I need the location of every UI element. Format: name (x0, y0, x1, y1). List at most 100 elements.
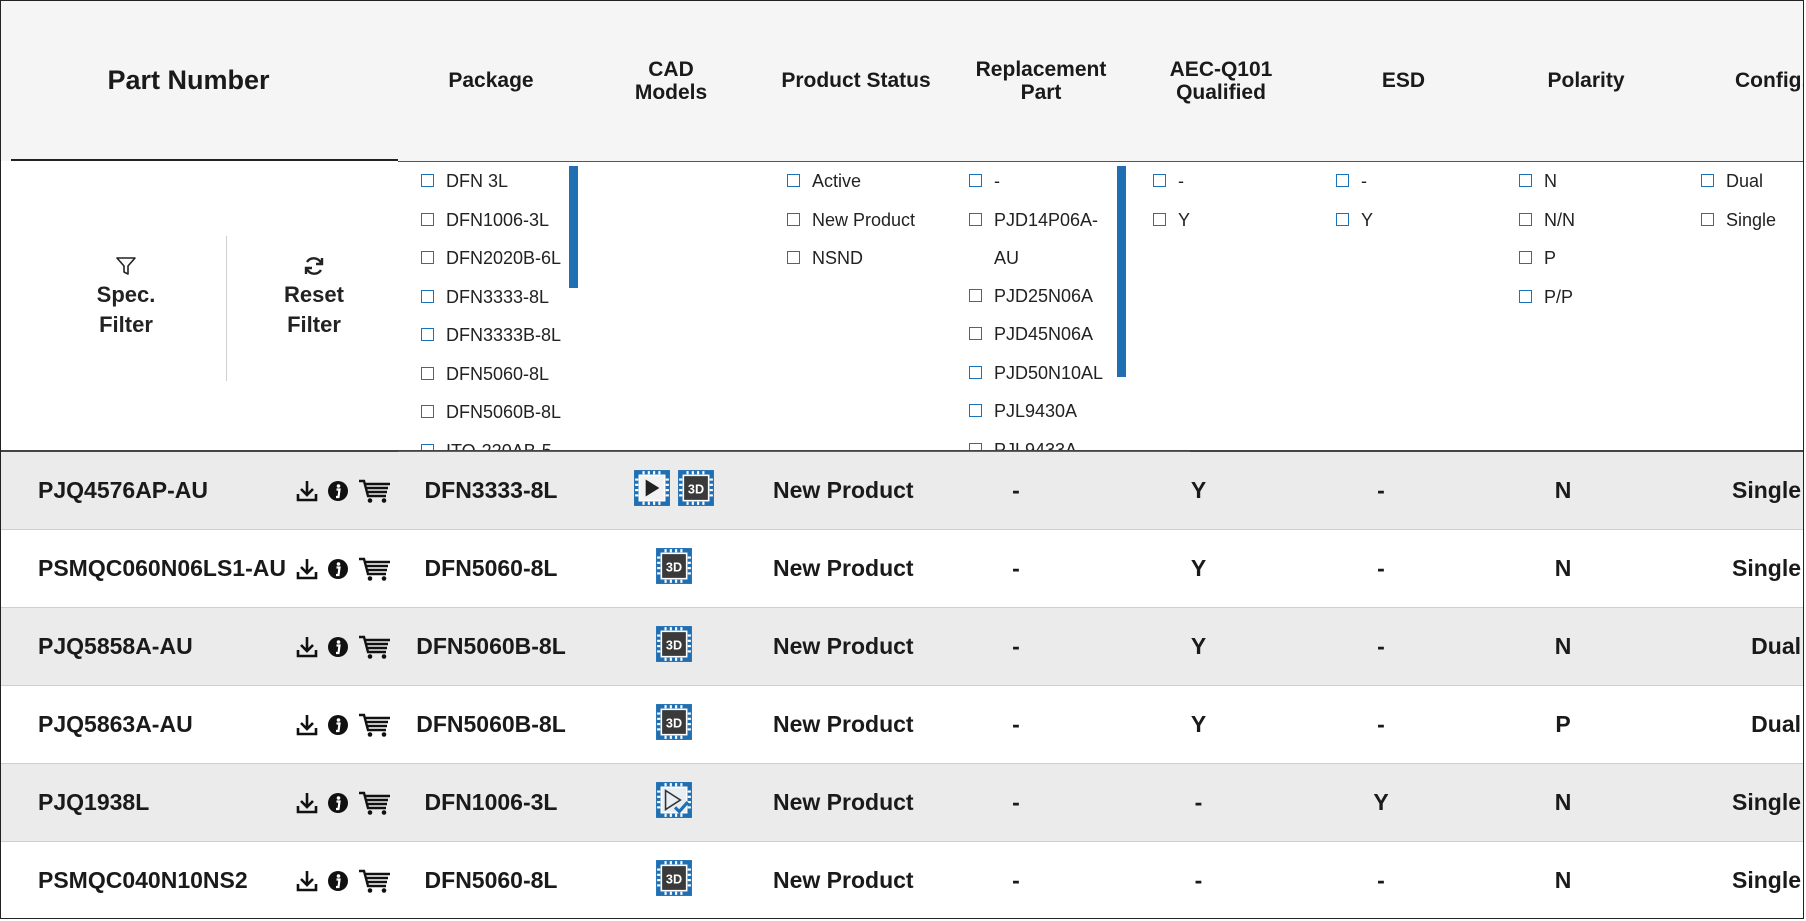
checkbox[interactable] (969, 212, 982, 226)
column-header-polarity[interactable]: Polarity (1506, 1, 1666, 161)
checkbox[interactable] (1519, 289, 1532, 303)
column-header-part-number[interactable]: Part Number (31, 1, 346, 161)
info-icon[interactable] (327, 792, 349, 814)
table-row[interactable]: PJQ5863A-AU DFN5060B-8L 3D New Product -… (1, 686, 1803, 764)
reset-filter-button[interactable]: Reset Filter (259, 254, 369, 339)
download-icon[interactable] (296, 791, 318, 815)
filter-option[interactable]: - (1336, 170, 1373, 209)
part-number-cell[interactable]: PJQ4576AP-AU (1, 452, 328, 529)
table-row[interactable]: PSMQC060N06LS1-AU DFN5060-8L 3D New Prod… (1, 530, 1803, 608)
3d-model-icon[interactable]: 3D (655, 547, 693, 585)
column-header-esd[interactable]: ESD (1326, 1, 1481, 161)
checkbox[interactable] (1519, 212, 1532, 226)
table-row[interactable]: PJQ4576AP-AU DFN3333-8L 3D New Product -… (1, 452, 1803, 530)
checkbox[interactable] (969, 288, 982, 302)
checkbox[interactable] (421, 328, 434, 341)
checkbox[interactable] (421, 405, 434, 418)
download-icon[interactable] (296, 635, 318, 659)
column-header-package[interactable]: Package (421, 1, 561, 161)
checkbox[interactable] (969, 174, 982, 187)
checkbox[interactable] (421, 366, 434, 380)
info-icon[interactable] (327, 480, 349, 502)
filter-option[interactable]: DFN2020B-6L (421, 247, 561, 286)
filter-option[interactable]: Active (787, 170, 915, 209)
checkbox[interactable] (421, 251, 434, 264)
filter-option[interactable]: - (1153, 170, 1190, 209)
filter-option[interactable]: PJD45N06A (969, 323, 1101, 362)
info-icon[interactable] (327, 714, 349, 736)
table-row[interactable]: PJQ1938L DFN1006-3L New Product - - Y N … (1, 764, 1803, 842)
filter-option[interactable]: DFN3333-8L (421, 286, 561, 325)
checkbox[interactable] (421, 174, 434, 187)
filter-option[interactable]: PJL9430A (969, 400, 1101, 439)
checkbox[interactable] (421, 289, 434, 303)
checkbox[interactable] (969, 327, 982, 340)
table-row[interactable]: PJQ5858A-AU DFN5060B-8L 3D New Product -… (1, 608, 1803, 686)
filter-option[interactable]: Dual (1701, 170, 1776, 209)
download-icon[interactable] (296, 479, 318, 503)
3d-model-icon[interactable]: 3D (655, 703, 693, 741)
filter-option[interactable]: Y (1336, 209, 1373, 248)
checkbox[interactable] (787, 212, 800, 226)
cart-icon[interactable] (358, 868, 392, 894)
cart-icon[interactable] (358, 790, 392, 816)
info-icon[interactable] (327, 558, 349, 580)
package-list-scrollbar[interactable] (569, 166, 578, 288)
filter-option[interactable]: PJD50N10AL (969, 362, 1103, 401)
replacement-list-scrollbar[interactable] (1117, 166, 1126, 377)
download-icon[interactable] (296, 713, 318, 737)
checkbox[interactable] (421, 212, 434, 226)
filter-option[interactable]: DFN5060B-8L (421, 401, 561, 440)
cart-icon[interactable] (358, 712, 392, 738)
filter-option[interactable]: Single (1701, 209, 1776, 248)
download-icon[interactable] (296, 869, 318, 893)
checkbox[interactable] (787, 174, 800, 187)
checkbox[interactable] (1153, 212, 1166, 226)
filter-option[interactable]: PJD25N06A (969, 285, 1101, 324)
part-number-cell[interactable]: PSMQC060N06LS1-AU (1, 530, 328, 607)
column-header-cad-models[interactable]: CAD Models (606, 1, 736, 161)
filter-option[interactable]: NSND (787, 247, 915, 286)
checkbox[interactable] (969, 404, 982, 417)
filter-option[interactable]: New Product (787, 209, 915, 248)
ic-verified-icon[interactable] (655, 781, 693, 819)
cart-icon[interactable] (358, 556, 392, 582)
spec-filter-button[interactable]: Spec. Filter (71, 254, 181, 339)
table-row[interactable]: PSMQC040N10NS2 DFN5060-8L 3D New Product… (1, 842, 1803, 918)
column-header-replacement-part[interactable]: Replacement Part (961, 1, 1121, 161)
part-number-cell[interactable]: PJQ5858A-AU (1, 608, 328, 685)
filter-option[interactable]: DFN1006-3L (421, 209, 561, 248)
checkbox[interactable] (787, 251, 800, 264)
3d-model-icon[interactable]: 3D (655, 859, 693, 897)
checkbox[interactable] (1519, 251, 1532, 264)
part-number-cell[interactable]: PJQ5863A-AU (1, 686, 328, 763)
checkbox[interactable] (1701, 212, 1714, 226)
download-icon[interactable] (296, 557, 318, 581)
checkbox[interactable] (1519, 174, 1532, 187)
column-header-aec-q101[interactable]: AEC-Q101 Qualified (1141, 1, 1301, 161)
info-icon[interactable] (327, 870, 349, 892)
part-number-cell[interactable]: PSMQC040N10NS2 (1, 842, 328, 918)
column-header-product-status[interactable]: Product Status (771, 1, 941, 161)
info-icon[interactable] (327, 636, 349, 658)
part-number-cell[interactable]: PJQ1938L (1, 764, 328, 841)
filter-option[interactable]: DFN3333B-8L (421, 324, 561, 363)
filter-option[interactable]: DFN5060-8L (421, 363, 561, 402)
checkbox[interactable] (1701, 174, 1714, 187)
cart-icon[interactable] (358, 478, 392, 504)
cart-icon[interactable] (358, 634, 392, 660)
checkbox[interactable] (1336, 212, 1349, 226)
filter-option[interactable]: DFN 3L (421, 170, 561, 209)
checkbox[interactable] (969, 365, 982, 379)
checkbox[interactable] (1336, 174, 1349, 187)
filter-option[interactable]: P (1519, 247, 1575, 286)
3d-model-icon[interactable]: 3D (655, 625, 693, 663)
column-header-config[interactable]: Config. (1701, 1, 1803, 161)
checkbox[interactable] (1153, 174, 1166, 187)
filter-option[interactable]: Y (1153, 209, 1190, 248)
filter-option[interactable]: N/N (1519, 209, 1575, 248)
3d-model-icon[interactable]: 3D (677, 469, 715, 507)
filter-option[interactable]: N (1519, 170, 1575, 209)
video-icon[interactable] (633, 469, 671, 507)
filter-option[interactable]: P/P (1519, 286, 1575, 325)
